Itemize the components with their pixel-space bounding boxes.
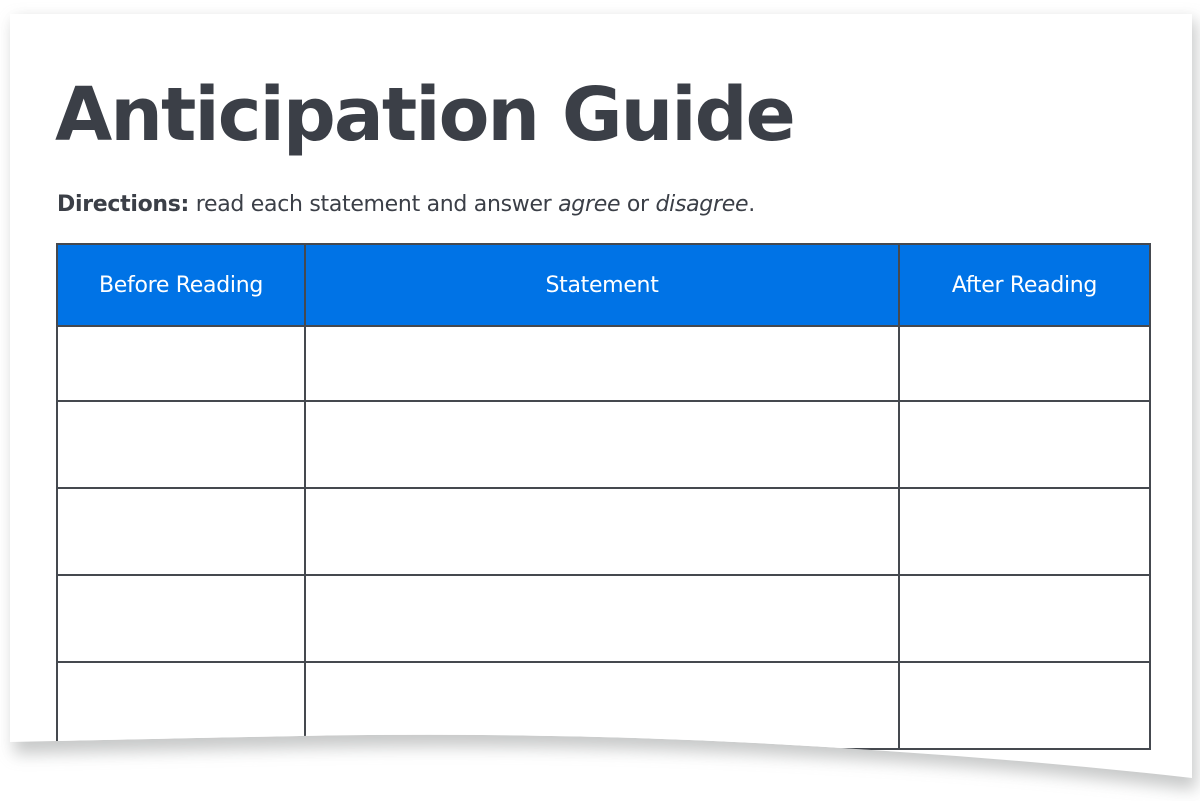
column-header-before-reading: Before Reading — [57, 244, 305, 326]
option-disagree: disagree — [655, 192, 749, 217]
statement-cell[interactable] — [305, 488, 899, 575]
directions-or: or — [620, 192, 656, 217]
table-header-row: Before Reading Statement After Reading — [57, 244, 1150, 326]
worksheet-page: Anticipation Guide Directions: read each… — [0, 0, 1200, 801]
before-reading-cell[interactable] — [57, 662, 305, 749]
directions-text: Directions: read each statement and answ… — [57, 192, 755, 217]
anticipation-table: Before Reading Statement After Reading — [56, 243, 1151, 750]
table-row — [57, 575, 1150, 662]
table-row — [57, 488, 1150, 575]
before-reading-cell[interactable] — [57, 575, 305, 662]
statement-cell[interactable] — [305, 401, 899, 488]
before-reading-cell[interactable] — [57, 488, 305, 575]
before-reading-cell[interactable] — [57, 326, 305, 401]
before-reading-cell[interactable] — [57, 401, 305, 488]
page-title: Anticipation Guide — [55, 72, 794, 158]
after-reading-cell[interactable] — [899, 326, 1150, 401]
directions-label: Directions: — [57, 192, 190, 217]
table-row — [57, 401, 1150, 488]
statement-cell[interactable] — [305, 575, 899, 662]
column-header-after-reading: After Reading — [899, 244, 1150, 326]
after-reading-cell[interactable] — [899, 575, 1150, 662]
after-reading-cell[interactable] — [899, 662, 1150, 749]
column-header-statement: Statement — [305, 244, 899, 326]
option-agree: agree — [558, 192, 621, 217]
after-reading-cell[interactable] — [899, 401, 1150, 488]
directions-body: read each statement and answer — [189, 192, 559, 217]
table-row — [57, 326, 1150, 401]
table-row — [57, 662, 1150, 749]
directions-period: . — [748, 192, 755, 217]
statement-cell[interactable] — [305, 326, 899, 401]
after-reading-cell[interactable] — [899, 488, 1150, 575]
